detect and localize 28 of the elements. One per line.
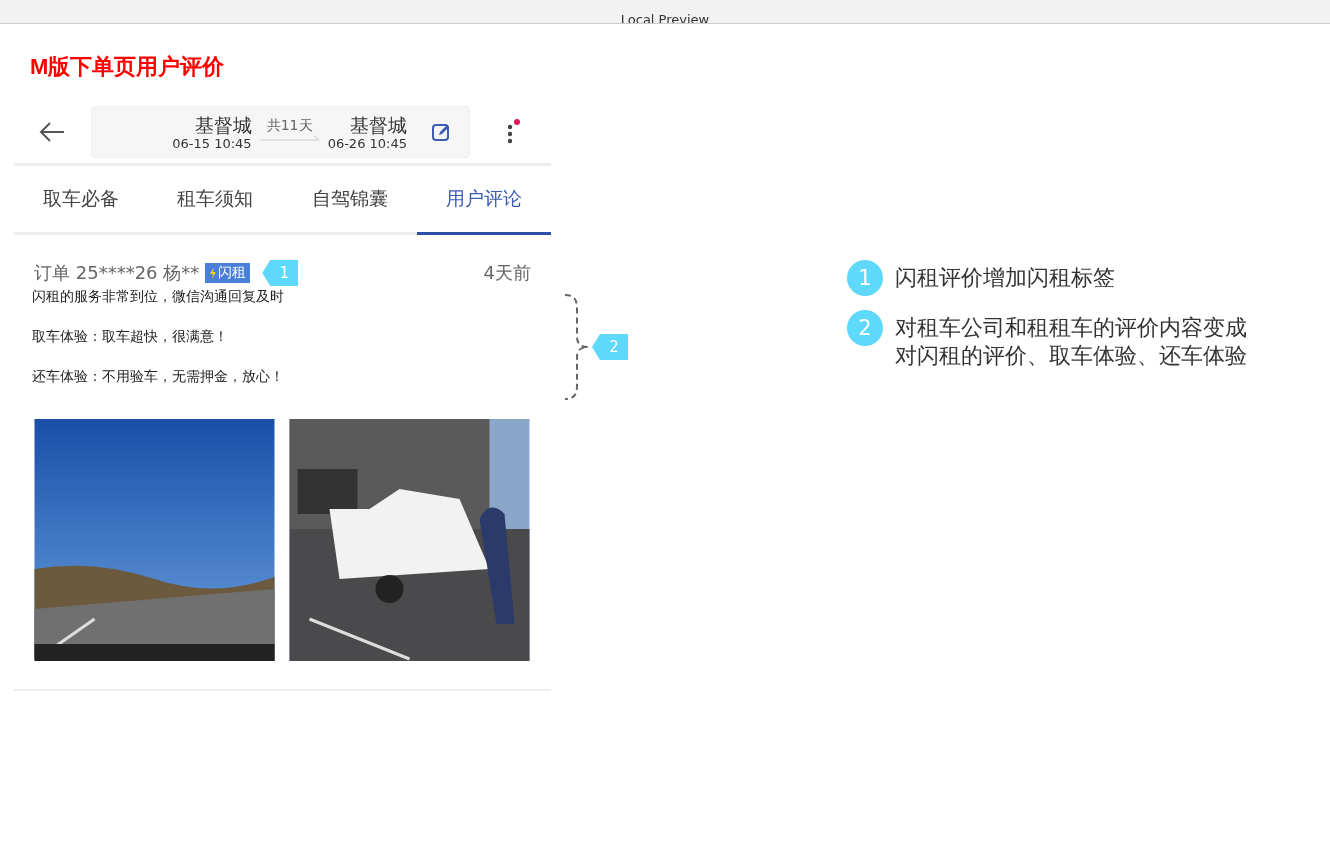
- lightning-icon: [209, 267, 218, 279]
- page-heading: M版下单页用户评价: [30, 53, 226, 81]
- more-menu-icon[interactable]: [506, 119, 520, 145]
- note-text: 对租车公司和租租车的评价内容变成: [895, 314, 1247, 342]
- duration-label: 共11天: [266, 117, 313, 135]
- flash-rent-tag: 闪租: [205, 263, 251, 283]
- tab[interactable]: 用户评论: [416, 166, 551, 235]
- return-city: 基督城: [350, 113, 407, 136]
- callout-marker: 2: [592, 334, 628, 360]
- review-text: 取车体验：取车超快，很满意！: [32, 327, 229, 346]
- note-text: 对闪租的评价、取车体验、还车体验: [895, 342, 1247, 370]
- review-text: 闪租的服务非常到位，微信沟通回复及时: [32, 287, 285, 306]
- back-arrow-icon[interactable]: [39, 122, 65, 142]
- callout-marker: 1: [262, 260, 299, 286]
- tab[interactable]: 租车须知: [148, 166, 283, 235]
- tab[interactable]: 自驾锦囊: [282, 166, 417, 235]
- pickup-time: 06-15 10:45: [172, 135, 252, 151]
- edit-icon[interactable]: [431, 122, 451, 142]
- note-text: 闪租评价增加闪租标签: [895, 264, 1115, 292]
- order-info: 订单 25****26 杨**: [34, 261, 200, 285]
- route-box[interactable]: 基督城 06-15 10:45 共11天 基督城 06-26 10:45: [91, 106, 470, 158]
- number-badge: 2: [847, 310, 883, 346]
- review-time: 4天前: [483, 261, 531, 285]
- review-text: 还车体验：不用验车，无需押金，放心！: [32, 367, 285, 386]
- tab[interactable]: 取车必备: [14, 166, 149, 235]
- number-badge: 1: [847, 260, 883, 296]
- return-time: 06-26 10:45: [327, 135, 407, 151]
- pickup-city: 基督城: [194, 113, 252, 136]
